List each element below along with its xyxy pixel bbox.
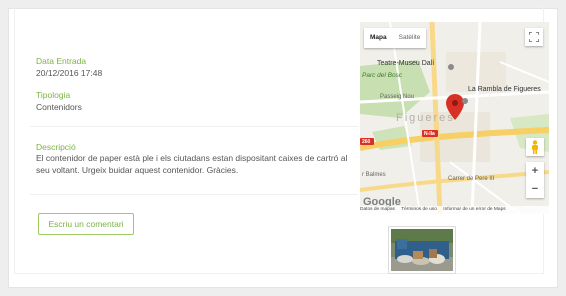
type-value: Contenidors bbox=[36, 102, 82, 112]
map-label-rambla: La Rambla de Figueres bbox=[468, 86, 541, 93]
tab-map[interactable]: Mapa bbox=[364, 28, 393, 48]
fullscreen-icon bbox=[528, 31, 540, 43]
map-attribution: Datos de mapas Términos de uso Informar … bbox=[360, 206, 549, 214]
description-text: El contenidor de paper està ple i els ci… bbox=[36, 153, 348, 175]
zoom-control: + − bbox=[526, 162, 544, 198]
rambla-poi-icon bbox=[462, 98, 468, 104]
zoom-in-button[interactable]: + bbox=[526, 162, 544, 180]
divider bbox=[30, 194, 358, 195]
map-label-museum: Teatre-Museu Dalí bbox=[377, 60, 435, 67]
street-view-pegman[interactable] bbox=[526, 138, 544, 156]
map-label-street: r Balmes bbox=[362, 172, 386, 178]
type-label: Tipologia bbox=[36, 90, 71, 100]
date-value: 20/12/2016 17:48 bbox=[36, 68, 103, 78]
incident-photo bbox=[391, 229, 453, 271]
road-shield-label: N-IIa bbox=[424, 131, 435, 137]
map-type-control: Mapa Satèlite bbox=[364, 28, 427, 48]
road-shield-label: 260 bbox=[362, 139, 371, 145]
map-label-city: Figueres bbox=[396, 112, 455, 124]
attribution-data[interactable]: Datos de mapas bbox=[360, 207, 395, 212]
map-label-park: Parc del Bosc bbox=[362, 72, 403, 79]
incident-photo-thumbnail[interactable] bbox=[388, 226, 456, 274]
attribution-report[interactable]: Informar de un error de Maps bbox=[443, 207, 505, 212]
marker-dot bbox=[452, 100, 458, 106]
divider bbox=[30, 126, 358, 127]
museum-poi-icon bbox=[448, 64, 454, 70]
map-label-street: Carrer de Pere III bbox=[448, 176, 495, 182]
write-comment-button[interactable]: Escriu un comentari bbox=[38, 213, 134, 235]
location-map[interactable]: Teatre-Museu Dalí La Rambla de Figueres … bbox=[360, 22, 549, 214]
pegman-icon bbox=[532, 140, 538, 154]
attribution-terms[interactable]: Términos de uso bbox=[401, 207, 437, 212]
fullscreen-button[interactable] bbox=[525, 28, 543, 46]
description-label: Descripció bbox=[36, 142, 76, 152]
zoom-out-button[interactable]: − bbox=[526, 180, 544, 198]
date-label: Data Entrada bbox=[36, 56, 87, 66]
tab-satellite[interactable]: Satèlite bbox=[393, 28, 427, 48]
map-label-street: Passeig Nou bbox=[380, 94, 415, 100]
